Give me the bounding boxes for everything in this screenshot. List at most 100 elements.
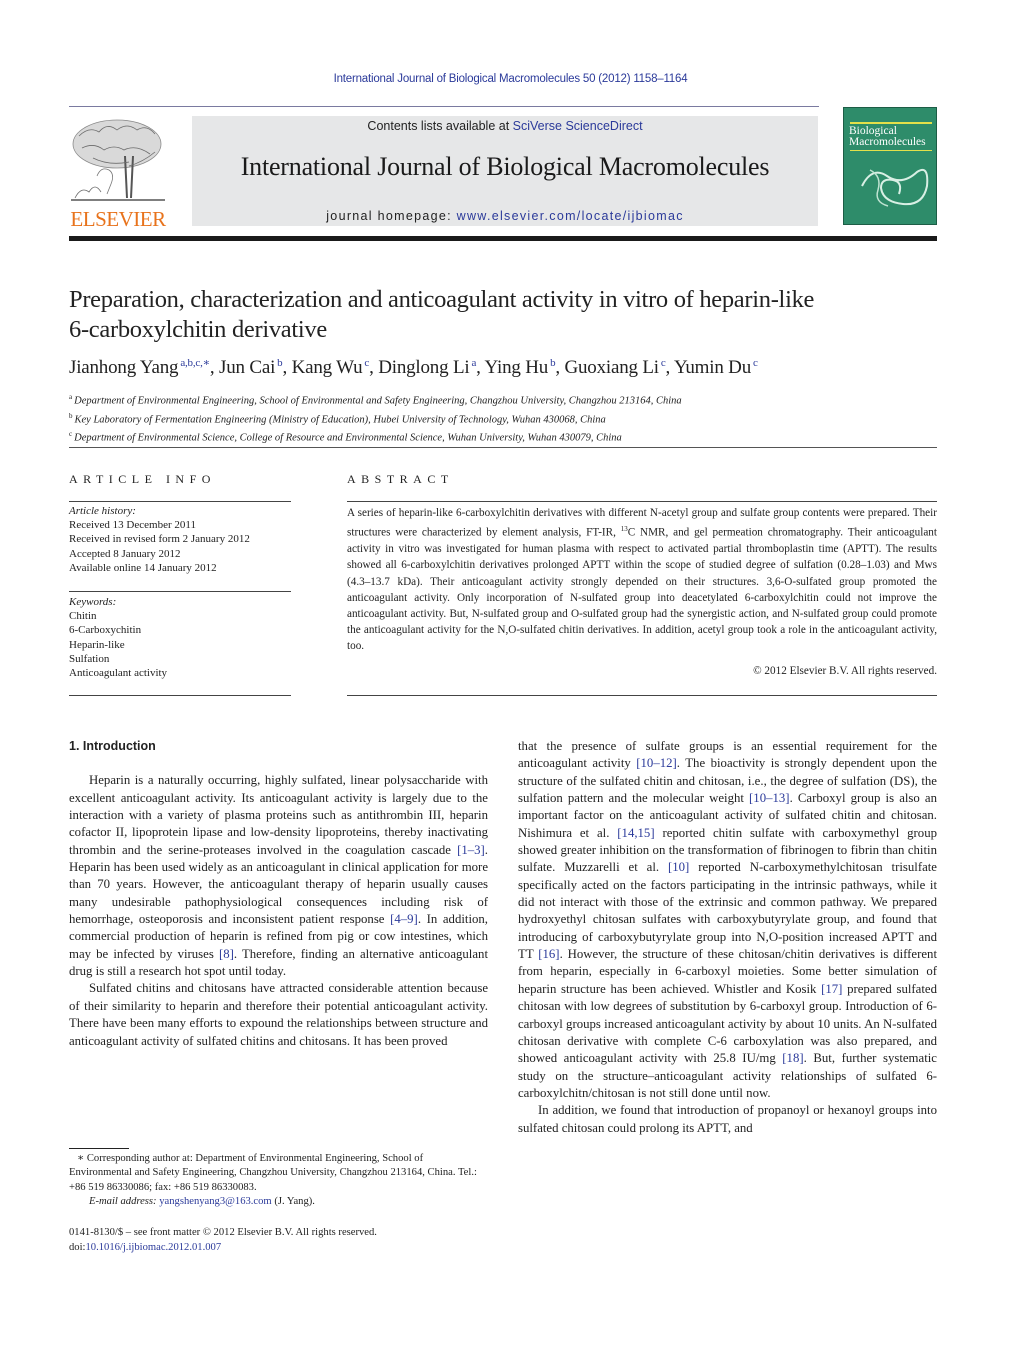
homepage-line: journal homepage: www.elsevier.com/locat… xyxy=(192,209,818,223)
keyword: Anticoagulant activity xyxy=(69,667,168,680)
doi-prefix: doi: xyxy=(69,1242,86,1253)
article-title: Preparation, characterization and antico… xyxy=(69,285,949,345)
affiliation: b Key Laboratory of Fermentation Engineer… xyxy=(69,409,949,428)
homepage-prefix: journal homepage: xyxy=(326,209,457,223)
keyword: Heparin-like xyxy=(69,638,125,651)
contents-prefix: Contents lists available at xyxy=(367,119,513,133)
history-item: Received 13 December 2011 xyxy=(69,519,196,532)
corresponding-author-footnote: ∗ Corresponding author at: Department of… xyxy=(69,1152,488,1210)
history-item: Received in revised form 2 January 2012 xyxy=(69,533,250,546)
article-info-heading: ARTICLE INFO xyxy=(69,472,216,486)
affiliation-marker[interactable]: b xyxy=(550,357,556,369)
affiliation-divider xyxy=(69,447,937,448)
citation-link[interactable]: [10–13] xyxy=(749,791,790,805)
author-name: Yumin Du xyxy=(673,357,751,378)
keyword: Sulfation xyxy=(69,652,110,665)
cover-title: Biological Macromolecules xyxy=(849,125,926,148)
affiliation-key: c xyxy=(69,430,73,438)
elsevier-tree-icon xyxy=(71,119,165,201)
elsevier-wordmark: ELSEVIER xyxy=(70,207,166,231)
citation-link[interactable]: [14,15] xyxy=(617,826,654,840)
affiliation: c Department of Environmental Science, Co… xyxy=(69,427,949,446)
citation-link[interactable]: [10–12] xyxy=(636,756,677,770)
abstract-copyright: © 2012 Elsevier B.V. All rights reserved… xyxy=(753,665,937,677)
email-link[interactable]: yangshenyang3@163.com xyxy=(159,1196,271,1207)
paragraph: In addition, we found that introduction … xyxy=(518,1103,937,1135)
masthead: Contents lists available at SciVerse Sci… xyxy=(192,116,818,226)
email-line: E-mail address: yangshenyang3@163.com (J… xyxy=(69,1195,488,1209)
title-line: Preparation, characterization and antico… xyxy=(69,286,815,313)
doi-link[interactable]: 10.1016/j.ijbiomac.2012.01.007 xyxy=(85,1242,221,1253)
affiliation-text: Department of Environmental Engineering,… xyxy=(74,395,682,407)
history-item: Available online 14 January 2012 xyxy=(69,561,217,574)
keywords-label: Keywords: xyxy=(69,596,117,608)
affiliation-marker[interactable]: a xyxy=(471,357,476,369)
affiliation-text: Department of Environmental Science, Col… xyxy=(74,432,622,444)
citation-link[interactable]: [1–3] xyxy=(457,843,485,857)
body-column-left: 1. Introduction Heparin is a naturally o… xyxy=(69,738,488,1050)
author-list: Jianhong Yang a,b,c,∗, Jun Cai b, Kang Wu c… xyxy=(69,357,758,378)
sciencedirect-link[interactable]: SciVerse ScienceDirect xyxy=(513,119,643,133)
email-suffix: (J. Yang). xyxy=(271,1196,315,1208)
article-history: Article history: Received 13 December 20… xyxy=(69,504,291,575)
paragraph: that the presence of sulfate groups is a… xyxy=(518,738,937,1102)
body-column-right: that the presence of sulfate groups is a… xyxy=(518,738,937,1137)
abstract-heading: ABSTRACT xyxy=(347,472,454,486)
doi-line: doi:10.1016/j.ijbiomac.2012.01.007 xyxy=(69,1240,488,1255)
keyword: Chitin xyxy=(69,610,97,623)
history-label: Article history: xyxy=(69,505,136,517)
masthead-rule xyxy=(69,236,937,241)
citation-link[interactable]: [16] xyxy=(538,947,559,961)
journal-homepage-link[interactable]: www.elsevier.com/locate/ijbiomac xyxy=(457,209,684,223)
citation-link[interactable]: [18] xyxy=(782,1051,803,1065)
affiliation-marker[interactable]: c xyxy=(661,357,666,369)
affiliation-marker[interactable]: c xyxy=(364,357,369,369)
author-name: Jun Cai xyxy=(219,357,276,378)
affiliation-list: a Department of Environmental Engineering… xyxy=(69,390,949,446)
author-name: Jianhong Yang xyxy=(69,357,179,378)
journal-cover-thumbnail[interactable]: Biological Macromolecules xyxy=(843,107,937,225)
citation-link[interactable]: [4–9] xyxy=(390,912,418,926)
affiliation-key: b xyxy=(69,411,73,420)
issn-line: 0141-8130/$ – see front matter © 2012 El… xyxy=(69,1227,377,1238)
isotope-superscript: 13 xyxy=(620,525,628,534)
author-name: Guoxiang Li xyxy=(564,357,659,378)
cover-accent-line xyxy=(850,150,932,151)
journal-name: International Journal of Biological Macr… xyxy=(240,152,770,181)
section-heading: 1. Introduction xyxy=(69,739,156,753)
divider xyxy=(347,695,937,696)
divider xyxy=(69,695,291,696)
abstract-segment: C NMR, and gel permeation chromatography… xyxy=(347,526,937,653)
citation-link[interactable]: [10] xyxy=(668,860,689,874)
cover-title-line: Macromolecules xyxy=(849,136,926,148)
affiliation-marker[interactable]: c xyxy=(753,357,758,369)
author-name: Dinglong Li xyxy=(378,357,470,378)
author-name: Ying Hu xyxy=(484,357,549,378)
affiliation: a Department of Environmental Engineering… xyxy=(69,390,949,409)
running-header[interactable]: International Journal of Biological Macr… xyxy=(0,73,1021,85)
elsevier-logo[interactable]: ELSEVIER xyxy=(67,116,169,231)
citation-link[interactable]: [17] xyxy=(821,982,842,996)
paragraph: Sulfated chitins and chitosans have attr… xyxy=(69,981,488,1048)
email-label: E-mail address: xyxy=(89,1196,160,1208)
protein-ribbon-icon xyxy=(861,168,929,207)
affiliation-marker[interactable]: b xyxy=(277,357,283,369)
cover-accent-line xyxy=(850,122,932,124)
footnote-divider xyxy=(69,1148,129,1149)
keyword: 6-Carboxychitin xyxy=(69,624,142,637)
contents-line: Contents lists available at SciVerse Sci… xyxy=(192,119,818,133)
keywords: Keywords: Chitin 6-Carboxychitin Heparin… xyxy=(69,595,291,680)
divider xyxy=(69,591,291,592)
abstract-text: A series of heparin-like 6-carboxylchiti… xyxy=(347,505,937,655)
divider xyxy=(69,501,291,502)
title-line: 6-carboxylchitin derivative xyxy=(69,316,327,343)
text-segment: Heparin is a naturally occurring, highly… xyxy=(69,773,488,857)
citation-link[interactable]: [8] xyxy=(219,947,234,961)
header-divider xyxy=(69,106,819,107)
author-name: Kang Wu xyxy=(291,357,363,378)
affiliation-key: a xyxy=(69,393,73,401)
affiliation-text: Key Laboratory of Fermentation Engineeri… xyxy=(74,414,606,425)
history-item: Accepted 8 January 2012 xyxy=(69,547,181,560)
paragraph: Heparin is a naturally occurring, highly… xyxy=(69,772,488,980)
affiliation-marker[interactable]: a,b,c,∗ xyxy=(180,357,210,369)
